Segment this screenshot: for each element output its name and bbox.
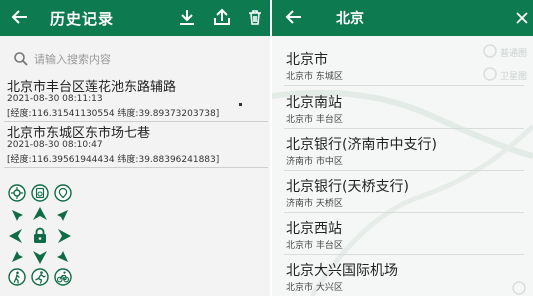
result-item[interactable]: 北京大兴国际机场 北京市 大兴区 [272, 260, 533, 296]
record-coordinates: [经度:116.39561944434 纬度:39.88396241883] [7, 155, 220, 165]
history-app-bar: 历史记录 [0, 0, 270, 36]
result-name: 北京市 [286, 52, 328, 68]
run-icon[interactable] [31, 268, 49, 286]
record-coordinates: [经度:116.31541130554 纬度:39.89373203738] [7, 109, 220, 119]
arrow-right-icon[interactable] [55, 227, 73, 245]
search-app-bar: 北京 [272, 0, 533, 36]
record-address: 北京市东城区东市场七巷 [7, 126, 151, 141]
result-region: 北京市 大兴区 [286, 283, 343, 293]
divider [284, 212, 524, 213]
lock-icon[interactable] [31, 226, 49, 244]
history-record[interactable]: 北京市东城区东市场七巷 2021-08-30 08:10:47 [经度:116.… [4, 122, 268, 170]
result-region: 济南市 天桥区 [286, 199, 343, 209]
result-region: 北京市 丰台区 [286, 115, 343, 125]
history-record[interactable]: 北京市丰台区莲花池东路辅路 2021-08-30 08:11:13 [经度:11… [4, 76, 268, 124]
arrow-up-icon[interactable] [31, 205, 49, 223]
marker-dot [239, 103, 242, 106]
arrow-down-right-icon[interactable] [53, 247, 71, 265]
app-screenshot: 历史记录 北京市丰台区莲花池东路辅路 2021-08-30 08:11:13 [… [0, 0, 533, 296]
divider [4, 167, 268, 168]
history-icon[interactable] [31, 184, 49, 202]
arrow-up-right-icon[interactable] [53, 207, 71, 225]
record-time: 2021-08-30 08:11:13 [7, 94, 103, 104]
search-query[interactable]: 北京 [336, 8, 364, 28]
record-address: 北京市丰台区莲花池东路辅路 [7, 80, 177, 95]
result-region: 济南市 市中区 [286, 157, 343, 167]
record-time: 2021-08-30 08:10:47 [7, 140, 103, 150]
joystick-panel [0, 180, 80, 288]
result-region: 北京市 丰台区 [286, 241, 343, 251]
download-icon[interactable] [177, 7, 197, 27]
result-item[interactable]: 北京西站 北京市 丰台区 [272, 218, 533, 258]
divider [284, 254, 524, 255]
search-input[interactable] [34, 49, 254, 69]
result-item[interactable]: 北京南站 北京市 丰台区 [272, 92, 533, 132]
arrow-left-icon[interactable] [7, 227, 25, 245]
divider [284, 170, 524, 171]
back-icon[interactable] [282, 5, 306, 29]
arrow-down-icon[interactable] [31, 248, 49, 266]
page-title: 历史记录 [50, 10, 115, 28]
history-search-bar [0, 46, 270, 72]
upload-icon[interactable] [212, 7, 232, 27]
result-item[interactable]: 北京银行(济南市中支行) 济南市 市中区 [272, 134, 533, 174]
history-screen: 历史记录 北京市丰台区莲花池东路辅路 2021-08-30 08:11:13 [… [0, 0, 270, 296]
result-name: 北京银行(天桥支行) [286, 179, 409, 195]
arrow-up-left-icon[interactable] [9, 207, 27, 225]
star-location-icon[interactable] [54, 184, 72, 202]
result-name: 北京南站 [286, 95, 342, 111]
divider [284, 85, 524, 86]
gps-icon[interactable] [8, 184, 26, 202]
result-item[interactable]: 北京银行(天桥支行) 济南市 天桥区 [272, 176, 533, 216]
result-item[interactable]: 北京市 北京市 东城区 [272, 49, 533, 89]
back-icon[interactable] [8, 5, 32, 29]
trash-icon[interactable] [245, 7, 265, 27]
search-icon [13, 51, 29, 67]
result-name: 北京西站 [286, 221, 342, 237]
divider [284, 128, 524, 129]
close-icon[interactable] [512, 8, 532, 28]
result-name: 北京银行(济南市中支行) [286, 137, 437, 153]
result-region: 北京市 东城区 [286, 72, 343, 82]
search-screen: 北京 普通图 卫星图 北京市 北京市 东城区 北京南站 北京市 丰台区 北京银行… [272, 0, 533, 296]
bike-icon[interactable] [54, 268, 72, 286]
arrow-down-left-icon[interactable] [9, 247, 27, 265]
walk-icon[interactable] [8, 268, 26, 286]
result-name: 北京大兴国际机场 [286, 263, 398, 279]
